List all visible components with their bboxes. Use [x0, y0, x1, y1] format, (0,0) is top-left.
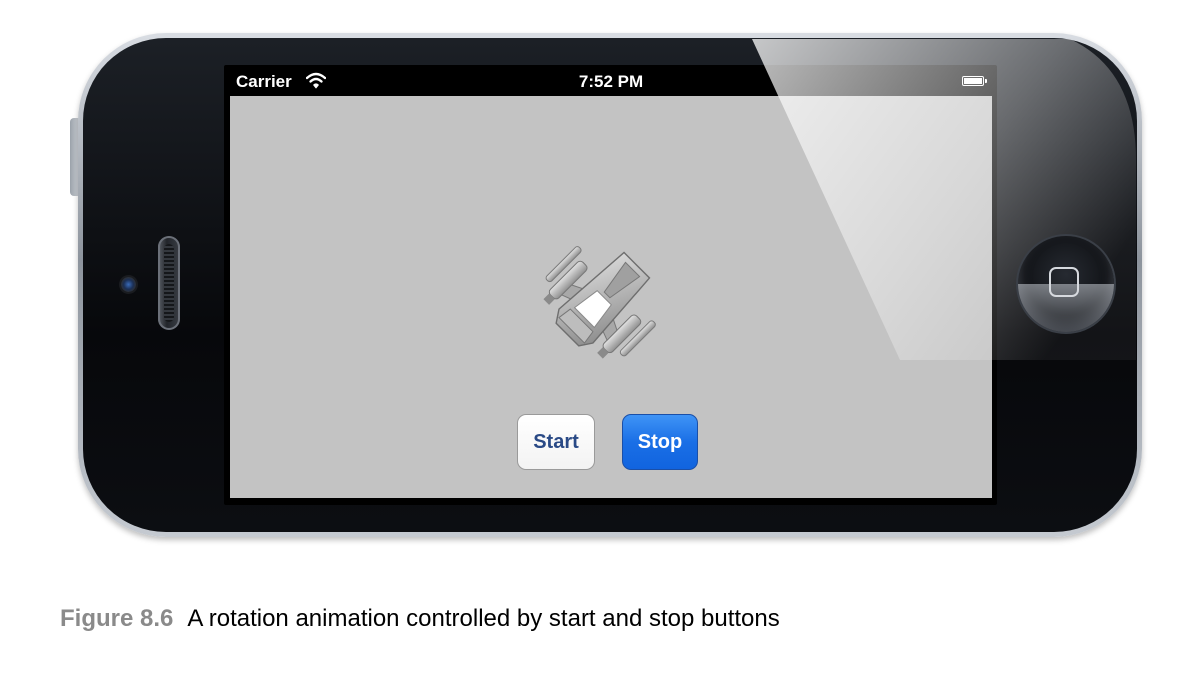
- figure-label: Figure 8.6: [60, 605, 174, 632]
- status-bar: Carrier 7:52 PM: [230, 68, 992, 96]
- stop-button[interactable]: Stop: [622, 414, 698, 470]
- status-time: 7:52 PM: [578, 72, 644, 91]
- front-camera-icon: [121, 277, 136, 292]
- app-view: Start Stop: [230, 96, 992, 498]
- battery-icon: [962, 76, 987, 86]
- figure-caption: Figure 8.6 A rotation animation controlle…: [60, 605, 780, 633]
- earpiece-speaker: [158, 236, 180, 330]
- spaceship-icon: [543, 246, 656, 359]
- home-square-icon: [1049, 267, 1079, 297]
- start-button[interactable]: Start: [517, 414, 595, 470]
- caption-text: A rotation animation controlled by start…: [187, 605, 780, 632]
- home-button[interactable]: [1018, 236, 1114, 332]
